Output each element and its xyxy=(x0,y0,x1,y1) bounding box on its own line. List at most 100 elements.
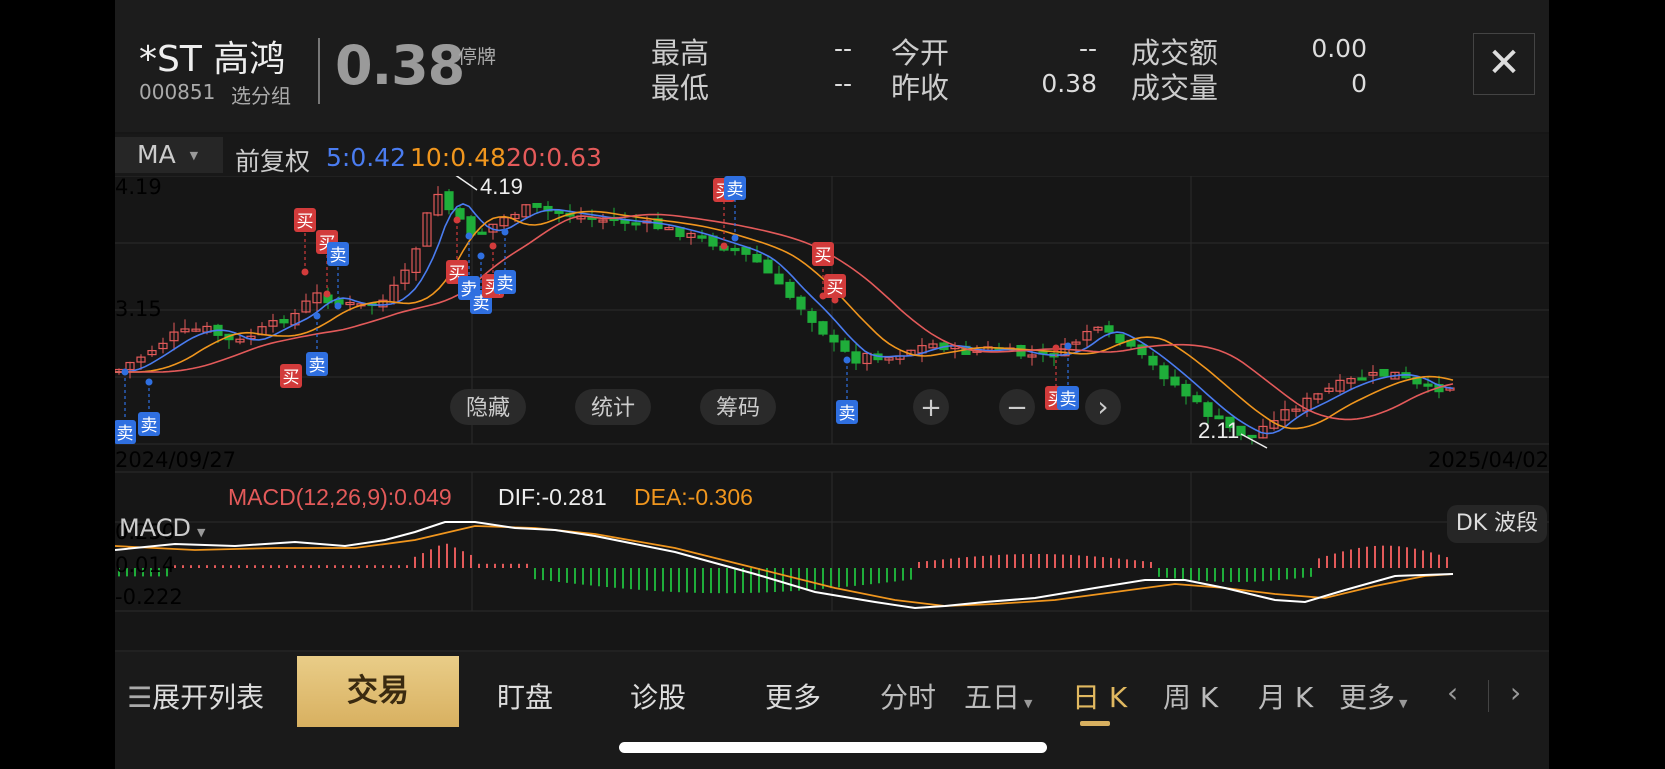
candle-body xyxy=(1104,325,1114,333)
high-price-label: 4.19 xyxy=(480,176,523,199)
signal-label: 卖 xyxy=(141,416,158,436)
signal-label: 买 xyxy=(815,246,832,266)
price-label-mid: 3.15 xyxy=(115,297,162,321)
signal-label: 卖 xyxy=(497,274,514,294)
period-tab-daily-k[interactable]: 日 K xyxy=(1072,676,1127,716)
dk-wave-button[interactable]: DK 波段 xyxy=(1447,505,1547,543)
period-tab-monthly-k[interactable]: 月 K xyxy=(1258,676,1313,716)
chevron-right-icon: › xyxy=(1510,676,1522,709)
ma-indicator-select[interactable]: MA ▼ xyxy=(115,137,223,173)
bottom-toolbar: ☰展开列表 交易 盯盘 诊股 更多 分时 五日 ▼ 日 K 周 K 月 K 更多 ▼… xyxy=(115,652,1549,769)
current-price: 0.38 xyxy=(335,34,465,97)
macd-indicator-select[interactable]: MACD ▼ xyxy=(115,509,227,547)
ma10-line xyxy=(115,210,1454,430)
signal-label: 买 xyxy=(283,368,300,388)
zoom-out-button[interactable]: − xyxy=(999,389,1035,425)
period-tab-weekly-k[interactable]: 周 K xyxy=(1163,676,1218,716)
caret-down-icon: ▼ xyxy=(189,149,199,162)
signal-label: 卖 xyxy=(1060,390,1077,410)
kline-chart[interactable]: 买买卖卖买买卖卖买卖买卖买买卖买卖卖卖 4.19 3.15 4.19 2.11 … xyxy=(115,176,1549,652)
caret-down-icon: ▼ xyxy=(1399,697,1408,710)
signal-label: 卖 xyxy=(839,404,856,424)
signal-dot xyxy=(301,268,309,276)
chevron-right-icon: › xyxy=(1097,390,1108,423)
candle-body xyxy=(1192,395,1202,403)
high-marker-line xyxy=(455,176,478,191)
zoom-in-button[interactable]: + xyxy=(913,389,949,425)
candle-body xyxy=(697,235,707,239)
scroll-left-button[interactable]: ‹ xyxy=(1447,676,1458,709)
macd-label-mid: 0.014 xyxy=(115,553,175,577)
statistics-button[interactable]: 统计 xyxy=(575,389,651,425)
candle-body xyxy=(279,318,289,324)
adjust-mode[interactable]: 前复权 xyxy=(235,142,310,178)
ma10-value: 10:0.48 xyxy=(410,143,506,172)
candle-body xyxy=(477,231,487,235)
active-period-indicator xyxy=(1080,721,1110,726)
caret-down-icon: ▼ xyxy=(1024,697,1033,710)
period-tab-more[interactable]: 更多 ▼ xyxy=(1339,676,1407,716)
signal-dot xyxy=(731,234,739,242)
macd-value: MACD(12,26,9):0.049 xyxy=(228,484,452,510)
signal-dot xyxy=(453,216,461,224)
more-button[interactable]: 更多 xyxy=(765,676,821,716)
stock-code: 000851 xyxy=(139,80,216,104)
candle-body xyxy=(1379,368,1389,377)
price-label-top: 4.19 xyxy=(115,176,162,199)
diagnose-button[interactable]: 诊股 xyxy=(630,676,686,716)
quote-header: *ST 高鸿 000851 选分组 0.38 停牌 最高 -- 最低 -- 今开… xyxy=(115,0,1549,132)
quote-value-low: -- xyxy=(833,69,852,98)
signal-dot xyxy=(145,378,153,386)
period-tab-five-day[interactable]: 五日 ▼ xyxy=(964,676,1032,716)
ma20-value: 20:0.63 xyxy=(506,143,602,172)
candle-body xyxy=(675,227,685,238)
quote-label-low: 最低 xyxy=(651,71,710,105)
chevron-left-icon: ‹ xyxy=(1447,676,1459,709)
select-group-link[interactable]: 选分组 xyxy=(231,80,291,109)
candle-body xyxy=(752,253,762,263)
candle-body xyxy=(1203,402,1213,417)
hide-button[interactable]: 隐藏 xyxy=(450,389,526,425)
svg-text:隐藏: 隐藏 xyxy=(466,396,510,421)
svg-text:统计: 统计 xyxy=(591,396,635,421)
candle-body xyxy=(1148,355,1158,366)
scroll-right-button[interactable]: › xyxy=(1510,676,1521,709)
signal-dot xyxy=(843,356,851,364)
signal-dot xyxy=(720,242,728,250)
candle-body xyxy=(730,247,740,252)
candle-body xyxy=(1115,334,1125,344)
low-price-label: 2.11 xyxy=(1198,418,1239,443)
signal-dot xyxy=(1064,342,1072,350)
header-divider xyxy=(318,38,320,104)
period-tab-intraday[interactable]: 分时 xyxy=(880,676,936,716)
candle-body xyxy=(1159,365,1169,380)
candle-body xyxy=(1181,383,1191,397)
quote-label-volume: 成交量 xyxy=(1131,71,1219,105)
close-icon: ✕ xyxy=(1487,40,1521,86)
candle-body xyxy=(631,222,641,226)
expand-list-button[interactable]: ☰展开列表 xyxy=(127,676,264,716)
svg-text:筹码: 筹码 xyxy=(716,396,760,421)
quote-value-open: -- xyxy=(1078,34,1097,63)
signal-dot xyxy=(501,228,509,236)
candle-body xyxy=(774,273,784,285)
quote-value-high: -- xyxy=(833,34,852,63)
caret-down-icon: ▼ xyxy=(196,526,206,539)
dif-value: DIF:-0.281 xyxy=(498,484,607,510)
macd-lines xyxy=(115,521,1454,610)
candle-body xyxy=(796,296,806,310)
scroll-right-button[interactable]: › xyxy=(1085,389,1121,425)
signal-label: 卖 xyxy=(117,424,134,444)
indicator-bar: MA ▼ 前复权 5:0.42 10:0.48 20:0.63 xyxy=(115,134,1549,176)
close-button[interactable]: ✕ xyxy=(1473,33,1535,95)
watch-button[interactable]: 盯盘 xyxy=(497,676,553,716)
toolbar-divider xyxy=(1488,680,1489,712)
signal-label: 卖 xyxy=(727,180,744,200)
stock-name: *ST 高鸿 xyxy=(139,39,286,80)
chip-distribution-button[interactable]: 筹码 xyxy=(700,389,776,425)
trade-button[interactable]: 交易 xyxy=(297,656,459,727)
signal-dot xyxy=(323,290,331,298)
candle-body xyxy=(818,321,828,335)
dif-line xyxy=(115,521,1454,610)
candle-body xyxy=(1357,377,1367,381)
